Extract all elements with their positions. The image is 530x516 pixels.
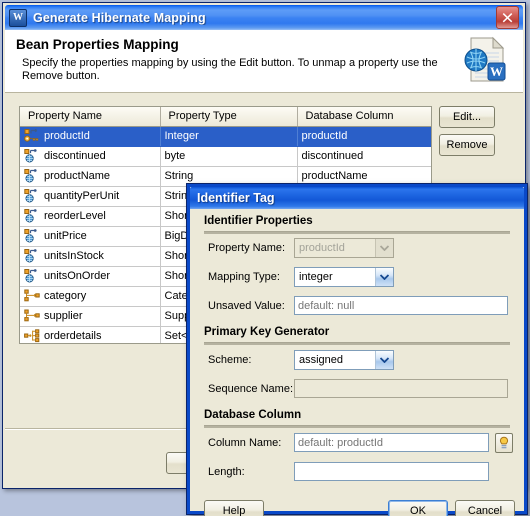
mapping-type-value: integer — [299, 271, 333, 283]
scheme-value: assigned — [299, 354, 344, 366]
page-title: Bean Properties Mapping — [16, 37, 179, 52]
cancel-button[interactable]: Cancel — [455, 500, 515, 516]
chevron-down-icon — [375, 239, 393, 257]
length-input[interactable] — [294, 462, 489, 481]
wizard-title: Generate Hibernate Mapping — [33, 10, 206, 25]
property-icon — [24, 269, 37, 283]
database-column-text: productName — [301, 170, 368, 182]
property-name-text: orderdetails — [44, 330, 102, 342]
wizard-header: Bean Properties Mapping Specify the prop… — [5, 30, 523, 93]
property-name-text: reorderLevel — [44, 210, 106, 222]
cell-database-column: productId — [297, 126, 431, 147]
database-column-text: discontinued — [301, 150, 364, 162]
svg-text:W: W — [490, 64, 503, 79]
property-name-value: productId — [299, 242, 345, 254]
column-header-property-name[interactable]: Property Name — [20, 107, 161, 127]
property-name-text: unitsOnOrder — [44, 270, 111, 282]
identifier-tag-dialog: Identifier Tag Identifier Properties Pro… — [186, 183, 528, 516]
property-name-text: discontinued — [44, 150, 106, 162]
property-icon — [24, 209, 37, 223]
edit-button[interactable]: Edit... — [439, 106, 495, 128]
remove-button[interactable]: Remove — [439, 134, 495, 156]
group-title-primary-key-generator: Primary Key Generator — [204, 326, 330, 338]
identifier-dialog-titlebar[interactable]: Identifier Tag — [190, 187, 524, 209]
property-icon — [24, 229, 37, 243]
property-type-text: byte — [164, 150, 186, 162]
cell-property-name: unitsInStock — [20, 246, 161, 267]
cell-property-name: discontinued — [20, 146, 161, 167]
property-name-text: supplier — [44, 310, 83, 322]
property-icon — [24, 189, 37, 203]
cell-property-type: Integer — [160, 126, 298, 147]
table-row[interactable]: discontinued byte discontinued — [20, 146, 431, 167]
length-label: Length: — [208, 466, 245, 478]
property-name-combo[interactable]: productId — [294, 238, 394, 258]
group-rule-identifier-properties — [204, 231, 510, 234]
chevron-down-icon — [375, 351, 393, 369]
table-header-row: Property Name Property Type Database Col… — [20, 107, 431, 127]
mapping-type-combo[interactable]: integer — [294, 267, 394, 287]
column-header-database-column[interactable]: Database Column — [297, 107, 431, 127]
database-column-text: productId — [301, 130, 348, 142]
chevron-down-icon — [375, 268, 393, 286]
page-description: Specify the properties mapping by using … — [22, 57, 438, 82]
property-name-text: category — [44, 290, 87, 302]
property-icon — [24, 249, 37, 263]
cell-property-name: quantityPerUnit — [20, 186, 161, 207]
sequence-name-input[interactable] — [294, 379, 508, 398]
column-name-suggest-button[interactable] — [495, 433, 513, 453]
cell-property-name: reorderLevel — [20, 206, 161, 227]
app-icon: W — [9, 8, 27, 27]
mapping-type-label: Mapping Type: — [208, 271, 280, 283]
close-icon — [502, 13, 513, 23]
help-button[interactable]: Help — [204, 500, 264, 516]
group-rule-database-column — [204, 425, 510, 428]
screen: W Generate Hibernate Mapping Bean Proper… — [0, 0, 530, 516]
unsaved-value-input[interactable] — [294, 296, 508, 315]
table-row[interactable]: productId Integer productId — [20, 126, 431, 147]
group-title-database-column: Database Column — [204, 409, 302, 421]
cell-property-name: productName — [20, 166, 161, 187]
property-name-text: unitPrice — [44, 230, 87, 242]
association-icon — [24, 309, 40, 322]
property-name-text: quantityPerUnit — [44, 190, 120, 202]
cell-property-name: productId — [20, 126, 161, 147]
collection-icon — [24, 329, 40, 343]
ok-button[interactable]: OK — [388, 500, 448, 516]
hibernate-mapping-document-icon: W — [461, 35, 509, 85]
property-name-text: productName — [44, 170, 111, 182]
unsaved-value-label: Unsaved Value: — [208, 300, 285, 312]
property-name-label: Property Name: — [208, 242, 286, 254]
cell-property-name: supplier — [20, 306, 161, 327]
property-name-text: productId — [44, 130, 90, 142]
scheme-combo[interactable]: assigned — [294, 350, 394, 370]
cell-property-type: byte — [160, 146, 298, 167]
cell-property-name: unitsOnOrder — [20, 266, 161, 287]
close-button[interactable] — [496, 6, 519, 29]
wizard-titlebar[interactable]: W Generate Hibernate Mapping — [5, 5, 523, 30]
property-icon — [24, 169, 37, 183]
cell-property-name: orderdetails — [20, 326, 161, 343]
property-type-text: String — [164, 170, 194, 182]
cell-database-column: discontinued — [297, 146, 431, 167]
group-title-identifier-properties: Identifier Properties — [204, 215, 313, 227]
identifier-dialog-title: Identifier Tag — [197, 191, 275, 205]
property-type-text: Integer — [164, 130, 199, 142]
association-icon — [24, 289, 40, 302]
group-rule-primary-key-generator — [204, 342, 510, 345]
lightbulb-icon — [499, 436, 509, 449]
column-name-input[interactable] — [294, 433, 489, 452]
column-name-label: Column Name: — [208, 437, 282, 449]
property-icon — [24, 149, 37, 163]
identifier-dialog-body: Identifier Properties Property Name: pro… — [190, 209, 524, 516]
cell-property-name: unitPrice — [20, 226, 161, 247]
property-name-text: unitsInStock — [44, 250, 104, 262]
column-header-property-type[interactable]: Property Type — [160, 107, 298, 127]
table-actions: Edit... Remove — [439, 106, 499, 162]
cell-property-name: category — [20, 286, 161, 307]
sequence-name-label: Sequence Name: — [208, 383, 293, 395]
scheme-label: Scheme: — [208, 354, 252, 366]
primary-key-icon — [24, 129, 39, 142]
